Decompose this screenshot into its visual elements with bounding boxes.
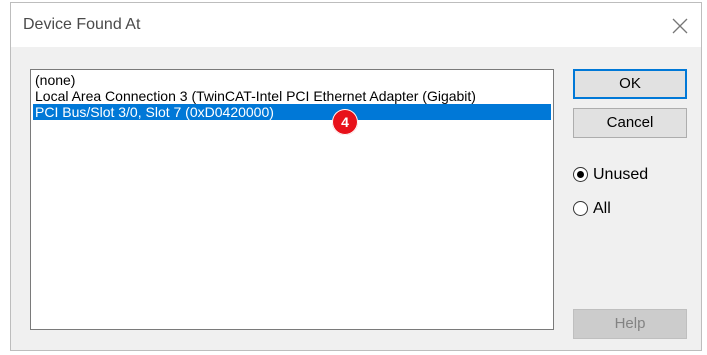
list-item-pci-bus-slot[interactable]: PCI Bus/Slot 3/0, Slot 7 (0xD0420000) (33, 104, 551, 120)
device-found-dialog: Device Found At (none) Local Area Connec… (10, 2, 702, 351)
ok-button[interactable]: OK (573, 69, 687, 99)
close-icon (672, 18, 688, 34)
list-item-label: Local Area Connection 3 (TwinCAT-Intel P… (35, 88, 476, 104)
radio-checked-icon (573, 167, 588, 182)
radio-all-label: All (593, 200, 611, 217)
title-bar: Device Found At (11, 3, 701, 47)
help-button[interactable]: Help (573, 309, 687, 339)
list-item-label: (none) (35, 72, 76, 88)
step-number-badge: 4 (332, 109, 358, 135)
dialog-title: Device Found At (23, 16, 141, 33)
device-listbox[interactable]: (none) Local Area Connection 3 (TwinCAT-… (30, 69, 554, 330)
list-item-local-area-connection[interactable]: Local Area Connection 3 (TwinCAT-Intel P… (33, 88, 551, 104)
close-button[interactable] (665, 11, 695, 41)
list-item-none[interactable]: (none) (33, 72, 551, 88)
radio-unused-label: Unused (593, 166, 649, 183)
cancel-button[interactable]: Cancel (573, 108, 687, 138)
radio-unchecked-icon (573, 201, 588, 216)
list-item-label: PCI Bus/Slot 3/0, Slot 7 (0xD0420000) (35, 104, 274, 120)
